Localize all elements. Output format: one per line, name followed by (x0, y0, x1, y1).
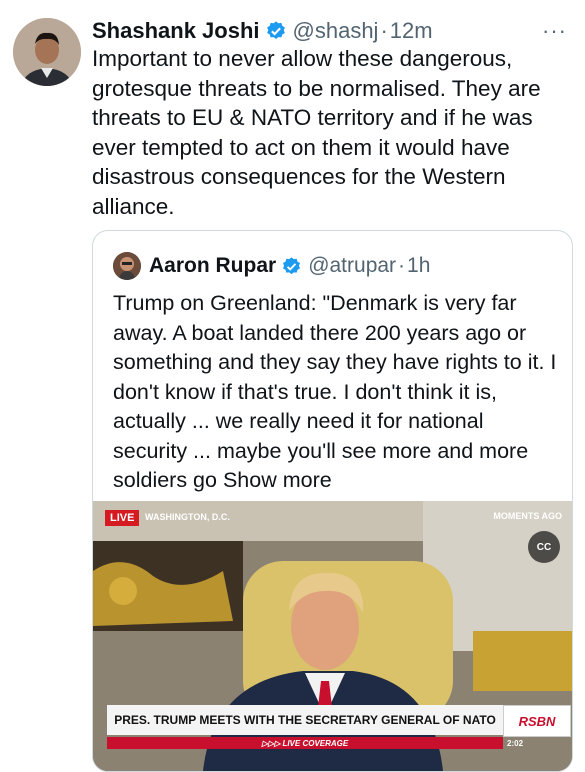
show-more-link[interactable]: Show more (223, 468, 332, 492)
quote-time[interactable]: 1h (407, 254, 430, 278)
more-options-icon[interactable]: ··· (542, 18, 567, 44)
network-logo: RSBN (503, 705, 571, 737)
quote-author-avatar[interactable] (113, 252, 141, 280)
video-timestamp: 2:02 (507, 739, 524, 748)
tweet-header: Shashank Joshi @shashj · 12m (92, 14, 571, 48)
tweet-time[interactable]: 12m (390, 18, 433, 44)
separator-dot: · (398, 254, 406, 277)
verified-badge-icon (283, 256, 301, 274)
live-badge: LIVE (105, 510, 140, 526)
tweet-text: Important to never allow these dangerous… (92, 46, 541, 219)
closed-captions-icon[interactable]: CC (528, 531, 560, 563)
quote-author-name[interactable]: Aaron Rupar (149, 254, 276, 278)
author-handle[interactable]: @shashj (293, 18, 379, 44)
live-coverage-strip: ▷▷▷ LIVE COVERAGE (107, 737, 503, 749)
verified-badge-icon (266, 21, 285, 39)
quote-author-handle[interactable]: @atrupar (308, 254, 396, 278)
video-player[interactable]: LIVE WASHINGTON, D.C. MOMENTS AGO CC PRE… (93, 501, 572, 771)
quote-text: Trump on Greenland: "Denmark is very far… (113, 289, 559, 496)
author-name[interactable]: Shashank Joshi (92, 18, 260, 44)
quoted-tweet[interactable]: Aaron Rupar @atrupar · 1h Trump on Green… (92, 230, 573, 772)
quote-header: Aaron Rupar @atrupar · 1h (113, 251, 430, 281)
location-label: WASHINGTON, D.C. (145, 512, 230, 522)
news-headline-banner: PRES. TRUMP MEETS WITH THE SECRETARY GEN… (107, 705, 503, 735)
author-avatar[interactable] (13, 18, 81, 86)
separator-dot: · (380, 18, 388, 43)
quote-text-content: Trump on Greenland: "Denmark is very far… (113, 291, 557, 492)
moments-ago-label: MOMENTS AGO (493, 511, 562, 521)
